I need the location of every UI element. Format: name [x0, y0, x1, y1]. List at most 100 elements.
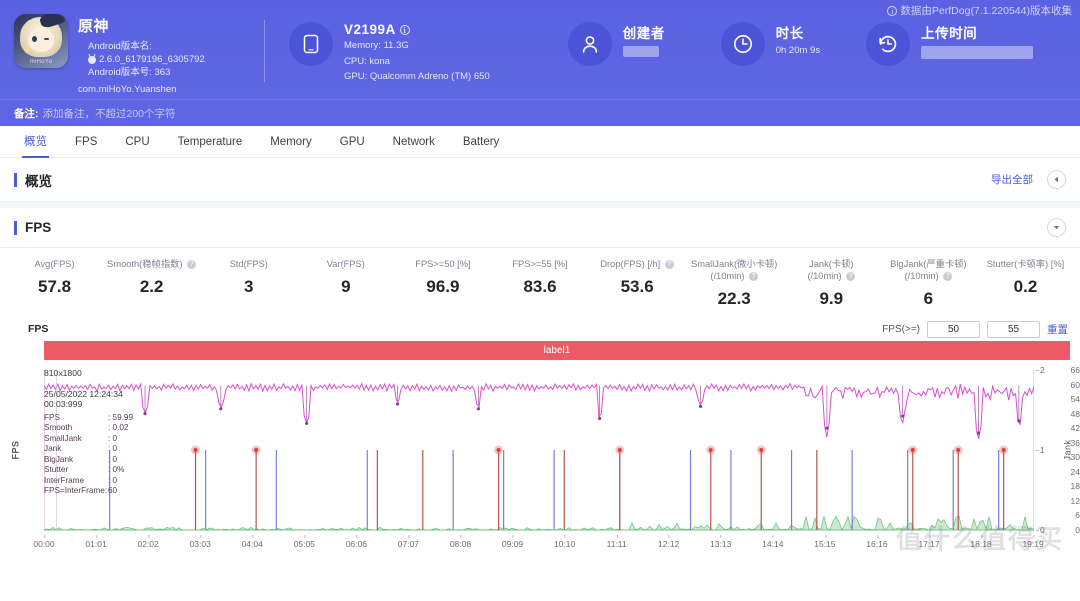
app-header: i 数据由PerfDog(7.1.220544)版本收集 ★ miHoYo 原神… — [0, 0, 1080, 99]
x-tick: 09:09 — [501, 535, 524, 549]
y2-tick: 0 — [1036, 525, 1045, 535]
metric-value: 2.2 — [139, 277, 164, 296]
clock-icon — [720, 22, 765, 66]
tab-gpu[interactable]: GPU — [326, 126, 379, 158]
chart-canvas[interactable] — [44, 362, 1034, 538]
x-tick: 11:11 — [606, 535, 627, 549]
y-tick: 60 — [1042, 380, 1080, 390]
metric-label: Avg(FPS) — [34, 259, 75, 269]
y-tick: 66 — [1042, 365, 1080, 375]
creator-value-masked — [622, 46, 659, 57]
section-accent-bar — [14, 172, 17, 187]
metric-card: Std(FPS) 3 — [200, 258, 297, 309]
info-icon: i — [887, 5, 898, 16]
metric-card: FPS>=50 [%] 96.9 — [394, 258, 491, 309]
upload-time-value-masked — [921, 46, 1034, 59]
metric-card: Var(FPS) 9 — [297, 258, 394, 309]
duration-label: 时长 — [775, 26, 804, 41]
metric-label: Smooth(稳帧指数) ? — [105, 258, 198, 270]
tab-temperature[interactable]: Temperature — [164, 126, 257, 158]
x-tick: 19:19 — [1022, 535, 1044, 549]
collect-note-text: 数据由PerfDog(7.1.220544)版本收集 — [900, 5, 1072, 17]
creator-label: 创建者 — [622, 26, 665, 41]
android-version-name-label: Android版本名: — [88, 41, 152, 52]
metric-label: BigJank(严重卡顿) (/10min) ? — [890, 259, 967, 282]
y-tick: 24 — [1042, 467, 1080, 477]
tab-fps[interactable]: FPS — [61, 126, 111, 158]
tab-overview[interactable]: 概览 — [10, 126, 61, 158]
help-icon[interactable]: ? — [846, 272, 856, 282]
tab-battery[interactable]: Battery — [449, 126, 513, 158]
metric-value: 22.3 — [717, 289, 751, 308]
metric-label: Drop(FPS) [/h] ? — [591, 258, 684, 270]
fps-ge-label: FPS(>=) — [882, 323, 920, 335]
metric-card: FPS>=55 [%] 83.6 — [491, 258, 588, 309]
device-cpu: CPU: kona — [344, 55, 390, 67]
tab-memory[interactable]: Memory — [256, 126, 326, 158]
metric-value: 3 — [244, 277, 254, 296]
x-tick: 08:08 — [449, 535, 472, 549]
tab-network[interactable]: Network — [379, 126, 449, 158]
note-label: 备注: — [14, 107, 39, 120]
fps-threshold-controls: FPS(>=) 重置 — [882, 320, 1068, 338]
android-version-name: 2.6.0_6179196_6305792 — [99, 54, 205, 65]
x-tick: 18:18 — [970, 535, 992, 549]
device-gpu: GPU: Qualcomm Adreno (TM) 650 — [344, 71, 490, 82]
metric-label: FPS>=55 [%] — [512, 259, 568, 269]
metric-card: BigJank(严重卡顿) (/10min) ? 6 — [880, 258, 977, 309]
fps-threshold-1-input[interactable] — [927, 320, 980, 338]
metric-label: FPS>=50 [%] — [415, 259, 471, 269]
device-info-icon[interactable]: i — [399, 24, 410, 35]
export-all-link[interactable]: 导出全部 — [991, 172, 1033, 187]
metric-value: 96.9 — [426, 277, 460, 296]
label-band[interactable]: label1 — [44, 341, 1070, 360]
metric-label: Stutter(卡顿率) [%] — [986, 259, 1065, 269]
help-icon[interactable]: ? — [749, 272, 759, 282]
x-tick: 06:06 — [345, 535, 367, 549]
device-name: V2199A — [344, 22, 396, 37]
app-info-block: ★ miHoYo 原神 Android版本名: 2.6.0_6179196_63… — [0, 0, 258, 95]
metric-card: Jank(卡顿) (/10min) ? 9.9 — [783, 258, 880, 309]
device-memory: Memory: 11.3G — [344, 40, 409, 51]
reset-link[interactable]: 重置 — [1047, 322, 1068, 337]
metric-value: 6 — [923, 289, 934, 308]
x-tick: 16:16 — [866, 535, 888, 549]
fps-section-header: FPS — [0, 208, 1080, 248]
metric-card: Smooth(稳帧指数) ? 2.2 — [103, 258, 200, 309]
metric-value: 9.9 — [819, 289, 844, 308]
y-tick: 36 — [1042, 438, 1080, 448]
help-icon[interactable]: ? — [187, 260, 197, 270]
help-icon[interactable]: ? — [664, 260, 674, 270]
note-bar[interactable]: 备注: 添加备注，不超过200个字符 — [0, 99, 1080, 126]
x-tick: 15:15 — [814, 535, 836, 549]
y-tick: 18 — [1042, 481, 1080, 491]
x-tick: 17:17 — [918, 535, 940, 549]
android-version-code: Android版本号: 363 — [88, 67, 171, 78]
chart-plot-area[interactable]: FPS Jank 0 6 12 18 24 30 36 42 48 54 60 66 012 810x… — [0, 362, 1080, 537]
x-tick: 02:02 — [137, 535, 159, 549]
y-tick: 54 — [1042, 394, 1080, 404]
metric-label: Jank(卡顿) (/10min) ? — [807, 259, 856, 282]
metric-value: 0.2 — [1013, 277, 1038, 296]
y-tick: 48 — [1042, 409, 1080, 419]
app-name: 原神 — [78, 18, 110, 35]
tab-cpu[interactable]: CPU — [111, 126, 163, 158]
metric-label: SmallJank(微小卡顿) (/10min) ? — [691, 259, 778, 282]
fps-threshold-2-input[interactable] — [987, 320, 1040, 338]
x-axis-ticks: 00:00 01:01 02:02 03:03 04:04 05:05 06:06 07:07… — [33, 535, 1046, 553]
x-tick: 00:00 — [33, 535, 55, 549]
history-icon — [866, 22, 911, 66]
note-input-placeholder[interactable]: 添加备注，不超过200个字符 — [43, 106, 176, 121]
upload-time-label: 上传时间 — [921, 26, 978, 41]
header-divider-1 — [264, 20, 265, 82]
x-tick: 05:05 — [293, 535, 315, 549]
metric-value: 57.8 — [38, 277, 72, 296]
help-icon[interactable]: ? — [943, 272, 953, 282]
y-tick: 12 — [1042, 496, 1080, 506]
y2-tick: 2 — [1036, 365, 1045, 375]
metric-value: 9 — [341, 277, 351, 296]
collapse-fps-button[interactable] — [1047, 218, 1066, 237]
collapse-overview-button[interactable] — [1047, 170, 1066, 189]
fps-accent-bar — [14, 220, 17, 235]
x-tick: 04:04 — [241, 535, 263, 549]
